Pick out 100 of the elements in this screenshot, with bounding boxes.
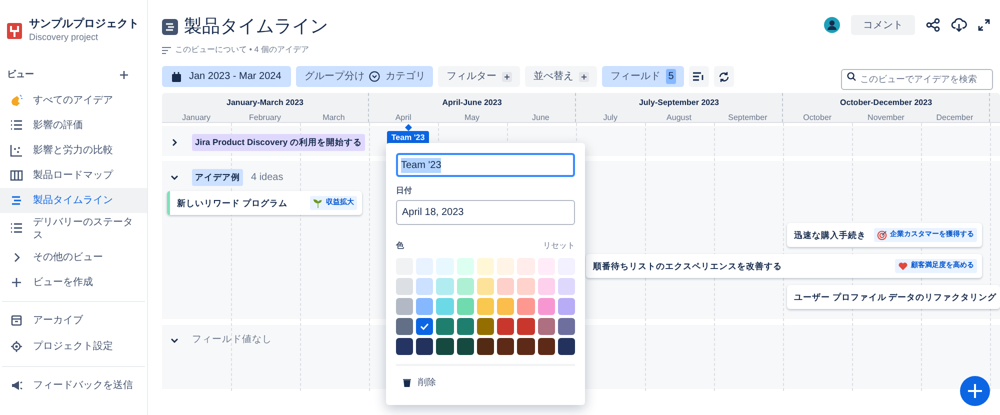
- color-swatch[interactable]: [396, 338, 414, 355]
- color-swatch[interactable]: [456, 318, 474, 335]
- color-swatch[interactable]: [436, 298, 454, 315]
- color-swatch[interactable]: [396, 318, 414, 335]
- color-swatch[interactable]: [476, 278, 494, 295]
- chevron-down-icon[interactable]: [170, 336, 179, 345]
- date-field[interactable]: April 18, 2023: [396, 200, 575, 225]
- page-title: 製品タイムライン: [184, 15, 328, 38]
- checkmark-icon: [420, 323, 430, 330]
- cloud-download-icon[interactable]: [951, 18, 967, 32]
- color-swatch[interactable]: [396, 298, 414, 315]
- delete-button[interactable]: 削除: [403, 376, 575, 390]
- color-swatch[interactable]: [538, 318, 555, 335]
- color-swatch[interactable]: [497, 298, 514, 315]
- section-title: ビュー: [7, 68, 34, 81]
- calendar-icon: [172, 72, 181, 82]
- color-swatch[interactable]: [558, 278, 575, 295]
- expand-icon[interactable]: [978, 19, 990, 31]
- plus-icon: [502, 72, 512, 82]
- marker-name-field[interactable]: Team '23: [396, 153, 575, 177]
- color-swatch[interactable]: [517, 338, 535, 355]
- group-by-button[interactable]: グループ分け カテゴリ: [296, 66, 434, 87]
- sidebar-item[interactable]: プロジェクト設定: [0, 334, 147, 360]
- color-swatch[interactable]: [476, 258, 494, 275]
- color-swatch[interactable]: [436, 258, 454, 275]
- color-swatch[interactable]: [497, 258, 514, 275]
- chevron-circle-icon: [369, 71, 380, 82]
- chevron-right-icon[interactable]: [170, 138, 179, 147]
- color-swatch[interactable]: [558, 298, 575, 315]
- color-swatch[interactable]: [497, 338, 514, 355]
- idea-card[interactable]: ユーザー プロファイル データのリファクタリング: [787, 285, 1000, 309]
- color-swatch[interactable]: [558, 318, 575, 335]
- color-swatch[interactable]: [456, 278, 474, 295]
- layout-toggle-button[interactable]: [688, 66, 709, 87]
- sort-button[interactable]: 並べ替え: [525, 66, 598, 87]
- quarter-label: April-June 2023: [442, 97, 502, 109]
- trash-icon: [403, 378, 411, 388]
- sidebar-item[interactable]: ビューを作成: [0, 270, 147, 294]
- comment-button[interactable]: コメント: [851, 15, 915, 35]
- heart-icon: [898, 261, 908, 271]
- settings-icon: [10, 340, 23, 353]
- color-swatch[interactable]: [416, 338, 434, 355]
- sidebar-item[interactable]: その他のビュー: [0, 244, 147, 270]
- description-icon[interactable]: [162, 46, 171, 54]
- sidebar-item[interactable]: 製品ロードマップ: [0, 162, 147, 188]
- color-swatch[interactable]: [396, 278, 414, 295]
- filter-button[interactable]: フィルター: [438, 66, 520, 87]
- reset-link[interactable]: リセット: [543, 240, 575, 252]
- auto-sort-button[interactable]: [714, 66, 734, 87]
- count-badge: 5: [666, 69, 676, 84]
- refresh-icon: [718, 70, 730, 82]
- sidebar-item[interactable]: デリバリーのステータス: [0, 212, 147, 244]
- color-swatch[interactable]: [456, 298, 474, 315]
- color-swatch[interactable]: [456, 258, 474, 275]
- month-label: May: [463, 112, 481, 124]
- idea-title: 新しいリワード プログラム: [177, 196, 288, 210]
- view-description[interactable]: このビューについて • 4 個のアイデア: [175, 44, 309, 56]
- field-label: 色: [396, 240, 404, 252]
- group-tag: アイデア例: [192, 169, 243, 186]
- idea-title: 迅速な購入手続き: [794, 228, 866, 242]
- color-swatch[interactable]: [517, 298, 535, 315]
- date-range-button[interactable]: Jan 2023 - Mar 2024: [162, 66, 292, 87]
- share-icon[interactable]: [926, 18, 940, 32]
- color-swatch[interactable]: [476, 318, 494, 335]
- fields-button[interactable]: フィールド 5: [602, 66, 684, 87]
- color-swatch[interactable]: [538, 338, 555, 355]
- chevron-down-icon[interactable]: [170, 172, 179, 182]
- color-swatch[interactable]: [538, 298, 555, 315]
- color-swatch[interactable]: [517, 278, 535, 295]
- color-swatch[interactable]: [436, 338, 454, 355]
- color-swatch[interactable]: [476, 338, 494, 355]
- month-label: July: [602, 112, 618, 124]
- color-swatch[interactable]: [436, 318, 454, 335]
- month-label: April: [394, 112, 412, 124]
- sidebar-item[interactable]: 製品タイムライン: [0, 188, 147, 212]
- color-swatch[interactable]: [416, 278, 434, 295]
- sidebar-item[interactable]: すべてのアイデア: [0, 88, 147, 112]
- color-swatch[interactable]: [558, 338, 575, 355]
- sidebar-item[interactable]: 影響の評価: [0, 112, 147, 138]
- color-swatch[interactable]: [456, 338, 474, 355]
- color-swatch[interactable]: [416, 318, 434, 335]
- sidebar-item[interactable]: 影響と労力の比較: [0, 138, 147, 162]
- color-swatch[interactable]: [436, 278, 454, 295]
- sidebar-item[interactable]: アーカイブ: [0, 308, 147, 334]
- add-view-icon[interactable]: [120, 70, 128, 79]
- color-swatch[interactable]: [476, 298, 494, 315]
- color-swatch[interactable]: [497, 318, 514, 335]
- list-icon: [10, 118, 23, 132]
- search-field[interactable]: このビューでアイデアを検索: [841, 68, 993, 90]
- avatar-icon[interactable]: [824, 17, 840, 33]
- month-label: March: [322, 112, 346, 124]
- color-swatch[interactable]: [416, 298, 434, 315]
- color-swatch[interactable]: [497, 278, 514, 295]
- sidebar-item[interactable]: フィードバックを送信: [0, 372, 147, 398]
- color-swatch[interactable]: [517, 318, 535, 335]
- color-swatch[interactable]: [538, 278, 555, 295]
- quarter-label: January-March 2023: [226, 97, 304, 109]
- project-name: サンプルプロジェクト: [29, 18, 139, 32]
- field-label: 日付: [396, 185, 413, 197]
- add-idea-button[interactable]: [960, 376, 990, 406]
